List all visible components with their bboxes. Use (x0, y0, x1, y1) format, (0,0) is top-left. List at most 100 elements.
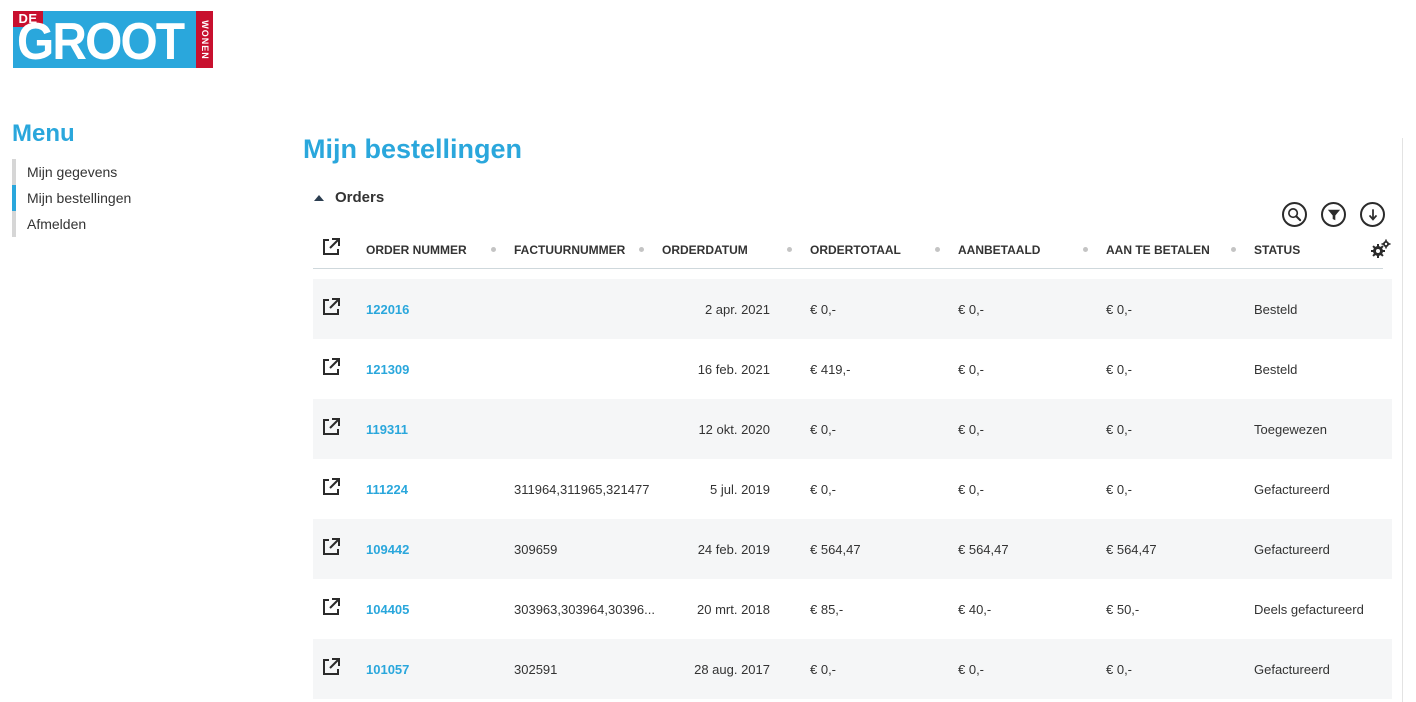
caret-up-icon (314, 194, 324, 201)
table-row: 101057 302591 28 aug. 2017 € 0,- € 0,- € 0,- G… (313, 639, 1392, 699)
order-number-link[interactable]: 121309 (366, 339, 506, 399)
orderdatum-cell: 28 aug. 2017 (694, 661, 770, 677)
status-cell: Deels gefactureerd (1254, 601, 1364, 617)
orderdatum-cell: 2 apr. 2021 (704, 301, 770, 317)
col-orderdatum[interactable]: ORDERDATUM (662, 229, 748, 269)
table-row: 109442 309659 24 feb. 2019 € 564,47 € 564,47… (313, 519, 1392, 579)
col-aan-te-betalen-sort[interactable] (1231, 247, 1236, 252)
status-cell: Toegewezen (1254, 421, 1327, 437)
orderdatum-cell: 20 mrt. 2018 (697, 601, 770, 617)
orders-section-label: Orders (335, 189, 385, 206)
aan-te-betalen-cell: € 0,- (1106, 661, 1133, 677)
status-cell: Gefactureerd (1254, 661, 1330, 677)
search-button[interactable] (1282, 202, 1307, 227)
table-row: 122016 2 apr. 2021 € 0,- € 0,- € 0,- Besteld (313, 279, 1392, 339)
aan-te-betalen-cell: € 50,- (1106, 601, 1140, 617)
col-aanbetaald[interactable]: AANBETAALD (958, 229, 1040, 269)
menu-title: Menu (12, 120, 75, 147)
table-row: 104405 303963,303964,30396... 20 mrt. 2018… (313, 579, 1392, 639)
orderdatum-cell: 5 jul. 2019 (710, 481, 770, 497)
logo-wonen: WONEN (196, 11, 213, 68)
aan-te-betalen-cell: € 0,- (1106, 301, 1133, 317)
filter-icon (1327, 209, 1340, 220)
col-aanbetaald-sort[interactable] (1083, 247, 1088, 252)
search-icon (1288, 208, 1302, 222)
open-order-icon[interactable] (320, 296, 342, 318)
factuur-cell: 303963,303964,30396... (514, 601, 655, 617)
col-aan-te-betalen[interactable]: AAN TE BETALEN (1106, 229, 1210, 269)
open-order-icon[interactable] (320, 536, 342, 558)
ordertotaal-cell: € 564,47 (810, 541, 861, 557)
order-number-link[interactable]: 104405 (366, 579, 506, 639)
brand-logo[interactable]: DE GROOT WONEN (13, 11, 213, 68)
ordertotaal-cell: € 0,- (810, 661, 837, 677)
ordertotaal-cell: € 85,- (810, 601, 844, 617)
order-number-link[interactable]: 109442 (366, 519, 506, 579)
factuur-cell (514, 279, 656, 339)
orderdatum-cell: 24 feb. 2019 (697, 541, 770, 557)
table-body: 122016 2 apr. 2021 € 0,- € 0,- € 0,- Besteld 1… (313, 279, 1392, 699)
ordertotaal-cell: € 0,- (810, 421, 837, 437)
filter-button[interactable] (1321, 202, 1346, 227)
table-row: 121309 16 feb. 2021 € 419,- € 0,- € 0,- Beste… (313, 339, 1392, 399)
open-order-icon[interactable] (320, 356, 342, 378)
download-icon (1368, 208, 1377, 221)
logo-groot: GROOT (17, 13, 185, 68)
factuur-cell: 302591 (514, 661, 558, 677)
aanbetaald-cell: € 0,- (958, 301, 985, 317)
factuur-cell (514, 339, 656, 399)
aanbetaald-cell: € 0,- (958, 421, 985, 437)
table-row: 119311 12 okt. 2020 € 0,- € 0,- € 0,- Toegewe… (313, 399, 1392, 459)
aanbetaald-cell: € 40,- (958, 601, 992, 617)
ordertotaal-cell: € 419,- (810, 361, 851, 377)
col-factuurnummer[interactable]: FACTUURNUMMER (514, 229, 625, 269)
page-title: Mijn bestellingen (303, 134, 523, 164)
open-order-icon[interactable] (320, 476, 342, 498)
col-order-nummer[interactable]: ORDER NUMMER (366, 229, 467, 269)
orderdatum-cell: 16 feb. 2021 (697, 361, 770, 377)
open-order-icon[interactable] (320, 596, 342, 618)
aan-te-betalen-cell: € 0,- (1106, 421, 1133, 437)
table-header: ORDER NUMMER FACTUURNUMMER ORDERDATUM OR… (313, 229, 1391, 269)
orders-table: ORDER NUMMER FACTUURNUMMER ORDERDATUM OR… (313, 229, 1392, 699)
factuur-cell: 309659 (514, 541, 558, 557)
aan-te-betalen-cell: € 0,- (1106, 361, 1133, 377)
factuur-cell: 311964,311965,321477 (514, 481, 650, 497)
status-cell: Gefactureerd (1254, 481, 1330, 497)
menu-item-mijn-bestellingen[interactable]: Mijn bestellingen (12, 185, 212, 211)
menu-item-afmelden[interactable]: Afmelden (12, 211, 212, 237)
order-number-link[interactable]: 111224 (366, 459, 506, 519)
col-status[interactable]: STATUS (1254, 229, 1300, 269)
table-row: 111224 311964,311965,321477 5 jul. 2019 € 0… (313, 459, 1392, 519)
col-ordertotaal-sort[interactable] (935, 247, 940, 252)
column-settings-icon[interactable] (1370, 238, 1392, 260)
menu-item-mijn-gegevens[interactable]: Mijn gegevens (12, 159, 212, 185)
open-order-icon[interactable] (320, 416, 342, 438)
download-button[interactable] (1360, 202, 1385, 227)
order-number-link[interactable]: 119311 (366, 399, 506, 459)
scroll-edge (1402, 138, 1416, 702)
order-number-link[interactable]: 101057 (366, 639, 506, 699)
ordertotaal-cell: € 0,- (810, 481, 837, 497)
aanbetaald-cell: € 0,- (958, 481, 985, 497)
orderdatum-cell: 12 okt. 2020 (698, 421, 770, 437)
status-cell: Besteld (1254, 361, 1298, 377)
col-ordertotaal[interactable]: ORDERTOTAAL (810, 229, 901, 269)
col-orderdatum-sort[interactable] (787, 247, 792, 252)
open-all-icon[interactable] (320, 236, 342, 258)
aanbetaald-cell: € 564,47 (958, 541, 1009, 557)
status-cell: Besteld (1254, 301, 1298, 317)
ordertotaal-cell: € 0,- (810, 301, 837, 317)
open-order-icon[interactable] (320, 656, 342, 678)
order-number-link[interactable]: 122016 (366, 279, 506, 339)
side-menu: Mijn gegevens Mijn bestellingen Afmelden (12, 159, 212, 237)
aan-te-betalen-cell: € 0,- (1106, 481, 1133, 497)
col-order-nummer-sort[interactable] (491, 247, 496, 252)
factuur-cell (514, 399, 656, 459)
aanbetaald-cell: € 0,- (958, 361, 985, 377)
aan-te-betalen-cell: € 564,47 (1106, 541, 1157, 557)
orders-section-toggle[interactable]: Orders (313, 189, 384, 206)
status-cell: Gefactureerd (1254, 541, 1330, 557)
aanbetaald-cell: € 0,- (958, 661, 985, 677)
col-factuurnummer-sort[interactable] (639, 247, 644, 252)
